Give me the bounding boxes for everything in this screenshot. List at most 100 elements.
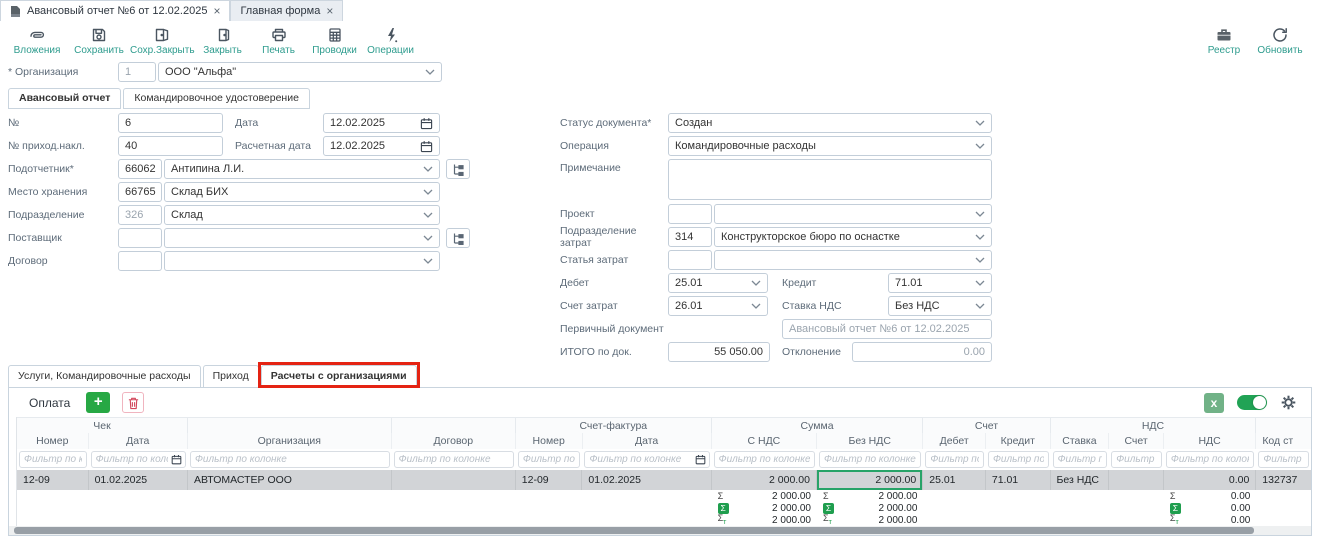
window-tab-main[interactable]: Главная форма × bbox=[230, 0, 343, 21]
settings-button[interactable] bbox=[1280, 394, 1297, 411]
supplier-picker-button[interactable] bbox=[446, 228, 470, 248]
close-icon[interactable]: × bbox=[213, 4, 220, 18]
filter-without-vat[interactable] bbox=[819, 451, 921, 468]
col-rate[interactable]: Ставка bbox=[1051, 433, 1110, 449]
cost-account-select[interactable]: 26.01 bbox=[668, 296, 768, 316]
filter-with-vat[interactable] bbox=[714, 451, 815, 468]
supplier-select[interactable] bbox=[164, 228, 440, 248]
close-button[interactable]: Закрыть bbox=[195, 26, 251, 56]
accountable-code-field[interactable]: 66062 bbox=[118, 159, 162, 179]
horizontal-scrollbar[interactable] bbox=[9, 526, 1311, 535]
filter-invoice-no[interactable] bbox=[518, 451, 581, 468]
scrollbar-thumb[interactable] bbox=[14, 527, 1254, 534]
cell-vat-account[interactable] bbox=[1109, 470, 1164, 490]
tab-services[interactable]: Услуги, Командировочные расходы bbox=[8, 365, 201, 388]
cost-dept-select[interactable]: Конструкторское бюро по оснастке bbox=[714, 227, 992, 247]
registry-button[interactable]: Реестр bbox=[1196, 26, 1252, 56]
operations-button[interactable]: Операции bbox=[363, 26, 419, 56]
department-select[interactable]: Склад bbox=[164, 205, 440, 225]
window-tab-report[interactable]: Авансовый отчет №6 от 12.02.2025 × bbox=[0, 0, 230, 21]
col-with-vat[interactable]: С НДС bbox=[712, 433, 817, 449]
tab-settlements[interactable]: Расчеты с организациями bbox=[261, 365, 417, 388]
cell-code[interactable]: 132737 bbox=[1256, 470, 1311, 490]
accountable-picker-button[interactable] bbox=[446, 159, 470, 179]
contract-code-field[interactable] bbox=[118, 251, 162, 271]
cell-without-vat-selected[interactable]: 2 000.00 bbox=[817, 470, 923, 490]
col-check-no[interactable]: Номер bbox=[17, 433, 89, 449]
cell-contract[interactable] bbox=[392, 470, 516, 490]
filter-vat-account[interactable] bbox=[1111, 451, 1162, 468]
excel-export-button[interactable]: x bbox=[1204, 393, 1224, 413]
storage-select[interactable]: Склад БИХ bbox=[164, 182, 440, 202]
cell-invoice-date[interactable]: 01.02.2025 bbox=[582, 470, 711, 490]
col-code[interactable]: Код ст bbox=[1256, 433, 1311, 449]
add-row-button[interactable]: + bbox=[86, 392, 110, 413]
note-textarea[interactable] bbox=[668, 159, 992, 200]
save-button[interactable]: Сохранить bbox=[68, 26, 130, 56]
organization-select[interactable]: ООО "Альфа" bbox=[158, 62, 442, 82]
calendar-icon[interactable] bbox=[420, 117, 433, 130]
col-check-date[interactable]: Дата bbox=[89, 433, 188, 449]
col-invoice-date[interactable]: Дата bbox=[583, 433, 712, 449]
filter-contract[interactable] bbox=[394, 451, 514, 468]
cell-invoice-no[interactable]: 12-09 bbox=[516, 470, 583, 490]
project-select[interactable] bbox=[714, 204, 992, 224]
operation-select[interactable]: Командировочные расходы bbox=[668, 136, 992, 156]
cell-organization[interactable]: АВТОМАСТЕР ООО bbox=[188, 470, 392, 490]
filter-rate[interactable] bbox=[1053, 451, 1108, 468]
filter-check-no[interactable] bbox=[19, 451, 87, 468]
vat-rate-select[interactable]: Без НДС bbox=[888, 296, 992, 316]
organization-code-field[interactable]: 1 bbox=[118, 62, 156, 82]
date-field[interactable]: 12.02.2025 bbox=[323, 113, 440, 133]
calc-date-field[interactable]: 12.02.2025 bbox=[323, 136, 440, 156]
cell-credit[interactable]: 71.01 bbox=[986, 470, 1051, 490]
filter-debit[interactable] bbox=[925, 451, 984, 468]
print-button[interactable]: Печать bbox=[251, 26, 307, 56]
credit-select[interactable]: 71.01 bbox=[888, 273, 992, 293]
col-debit[interactable]: Дебет bbox=[923, 433, 986, 449]
project-code-field[interactable] bbox=[668, 204, 712, 224]
col-contract[interactable]: Договор bbox=[392, 433, 516, 449]
filter-invoice-date[interactable] bbox=[584, 451, 709, 468]
table-row[interactable]: 12-09 01.02.2025 АВТОМАСТЕР ООО 12-09 01… bbox=[17, 470, 1311, 490]
cell-with-vat[interactable]: 2 000.00 bbox=[712, 470, 817, 490]
col-vat[interactable]: НДС bbox=[1164, 433, 1256, 449]
col-without-vat[interactable]: Без НДС bbox=[817, 433, 923, 449]
filter-credit[interactable] bbox=[988, 451, 1049, 468]
col-organization[interactable]: Организация bbox=[188, 433, 392, 449]
save-close-button[interactable]: Сохр.Закрыть bbox=[130, 26, 195, 56]
col-credit[interactable]: Кредит bbox=[986, 433, 1051, 449]
filter-toggle[interactable] bbox=[1237, 395, 1267, 410]
storage-code-field[interactable]: 66765 bbox=[118, 182, 162, 202]
filter-organization[interactable] bbox=[190, 451, 390, 468]
cost-item-code-field[interactable] bbox=[668, 250, 712, 270]
department-code-field[interactable]: 326 bbox=[118, 205, 162, 225]
total-field[interactable]: 55 050.00 bbox=[668, 342, 770, 362]
cost-item-select[interactable] bbox=[714, 250, 992, 270]
close-icon[interactable]: × bbox=[326, 4, 333, 18]
filter-code[interactable] bbox=[1258, 451, 1309, 468]
receipt-no-field[interactable]: 40 bbox=[118, 136, 223, 156]
contract-select[interactable] bbox=[164, 251, 440, 271]
tab-advance-report[interactable]: Авансовый отчет bbox=[8, 88, 121, 109]
accountable-select[interactable]: Антипина Л.И. bbox=[164, 159, 440, 179]
col-invoice-no[interactable]: Номер bbox=[516, 433, 583, 449]
delete-row-button[interactable] bbox=[122, 392, 144, 413]
debit-select[interactable]: 25.01 bbox=[668, 273, 768, 293]
refresh-button[interactable]: Обновить bbox=[1252, 26, 1308, 56]
supplier-code-field[interactable] bbox=[118, 228, 162, 248]
attachments-button[interactable]: Вложения bbox=[6, 26, 68, 56]
cell-check-date[interactable]: 01.02.2025 bbox=[89, 470, 188, 490]
status-select[interactable]: Создан bbox=[668, 113, 992, 133]
postings-button[interactable]: Проводки bbox=[307, 26, 363, 56]
cost-dept-code-field[interactable]: 314 bbox=[668, 227, 712, 247]
tab-travel-certificate[interactable]: Командировочное удостоверение bbox=[123, 88, 310, 109]
col-vat-account[interactable]: Счет bbox=[1109, 433, 1164, 449]
cell-debit[interactable]: 25.01 bbox=[923, 470, 986, 490]
calendar-icon[interactable] bbox=[420, 140, 433, 153]
filter-check-date[interactable] bbox=[91, 451, 186, 468]
no-field[interactable]: 6 bbox=[118, 113, 223, 133]
filter-vat[interactable] bbox=[1166, 451, 1254, 468]
cell-rate[interactable]: Без НДС bbox=[1051, 470, 1110, 490]
tab-income[interactable]: Приход bbox=[203, 365, 259, 388]
